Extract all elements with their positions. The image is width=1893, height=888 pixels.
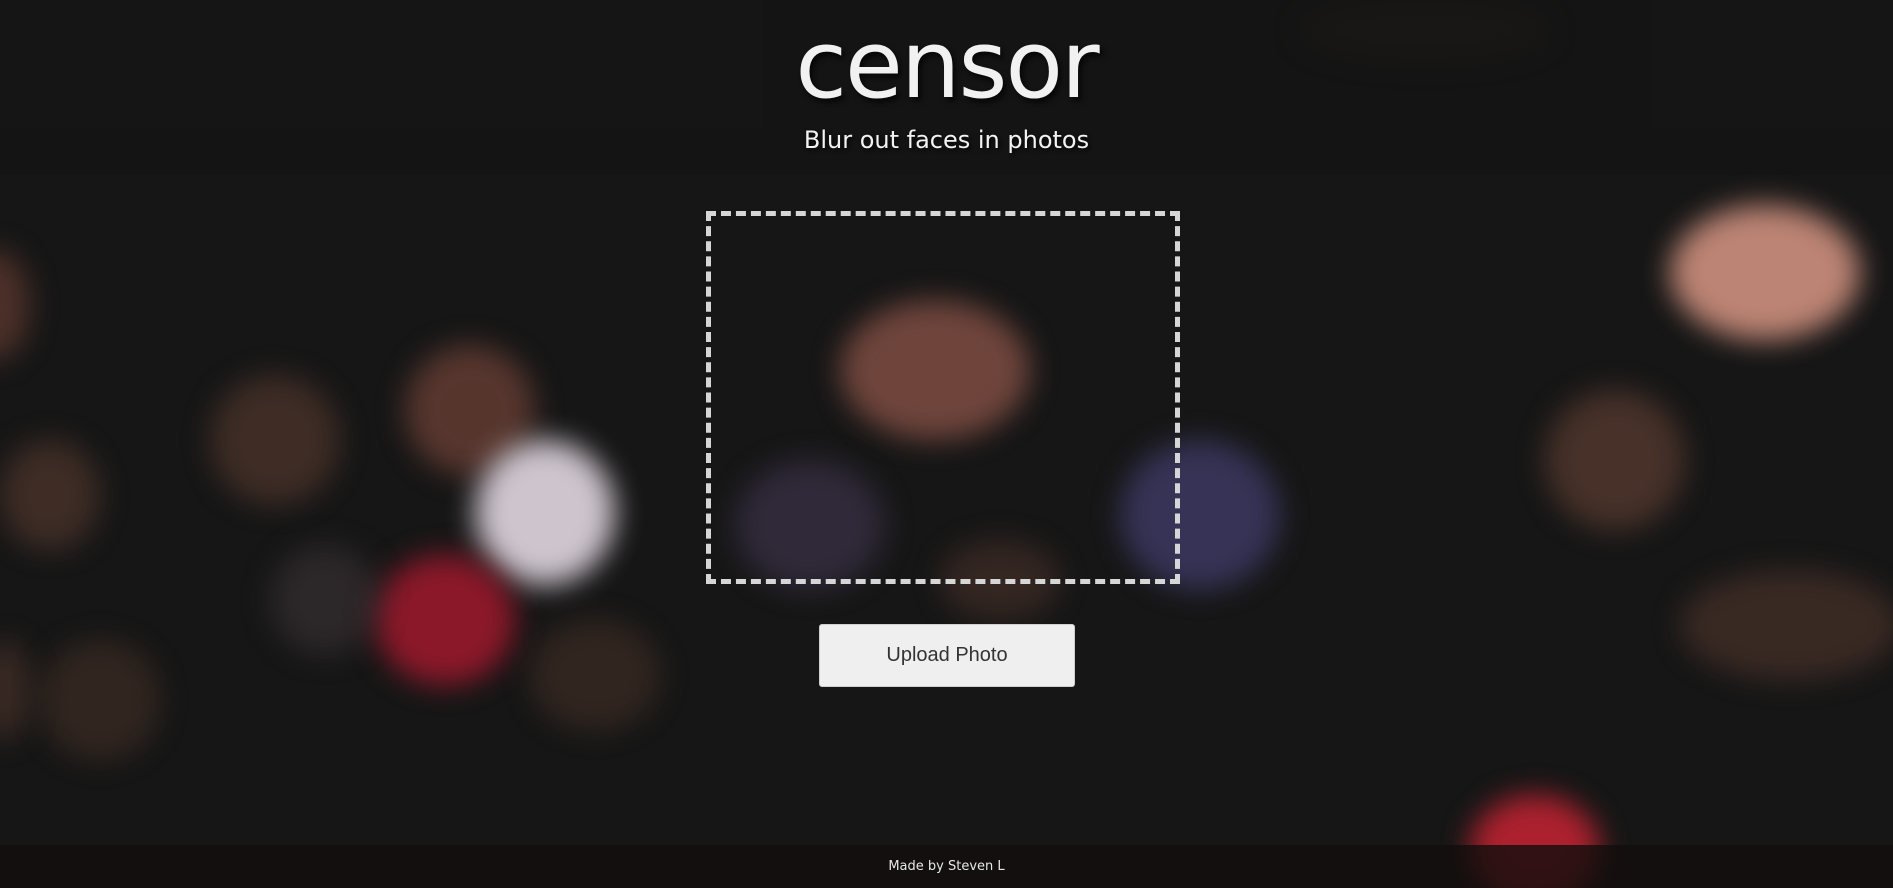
footer: Made by Steven L <box>0 845 1893 888</box>
footer-credit: Made by Steven L <box>888 859 1005 874</box>
page-subtitle: Blur out faces in photos <box>803 126 1090 154</box>
header: censor Blur out faces in photos <box>0 0 1893 175</box>
page-title: censor <box>795 11 1099 120</box>
page: censor Blur out faces in photos Upload P… <box>0 0 1893 888</box>
upload-photo-button[interactable]: Upload Photo <box>819 624 1075 687</box>
photo-dropzone[interactable] <box>706 211 1180 584</box>
